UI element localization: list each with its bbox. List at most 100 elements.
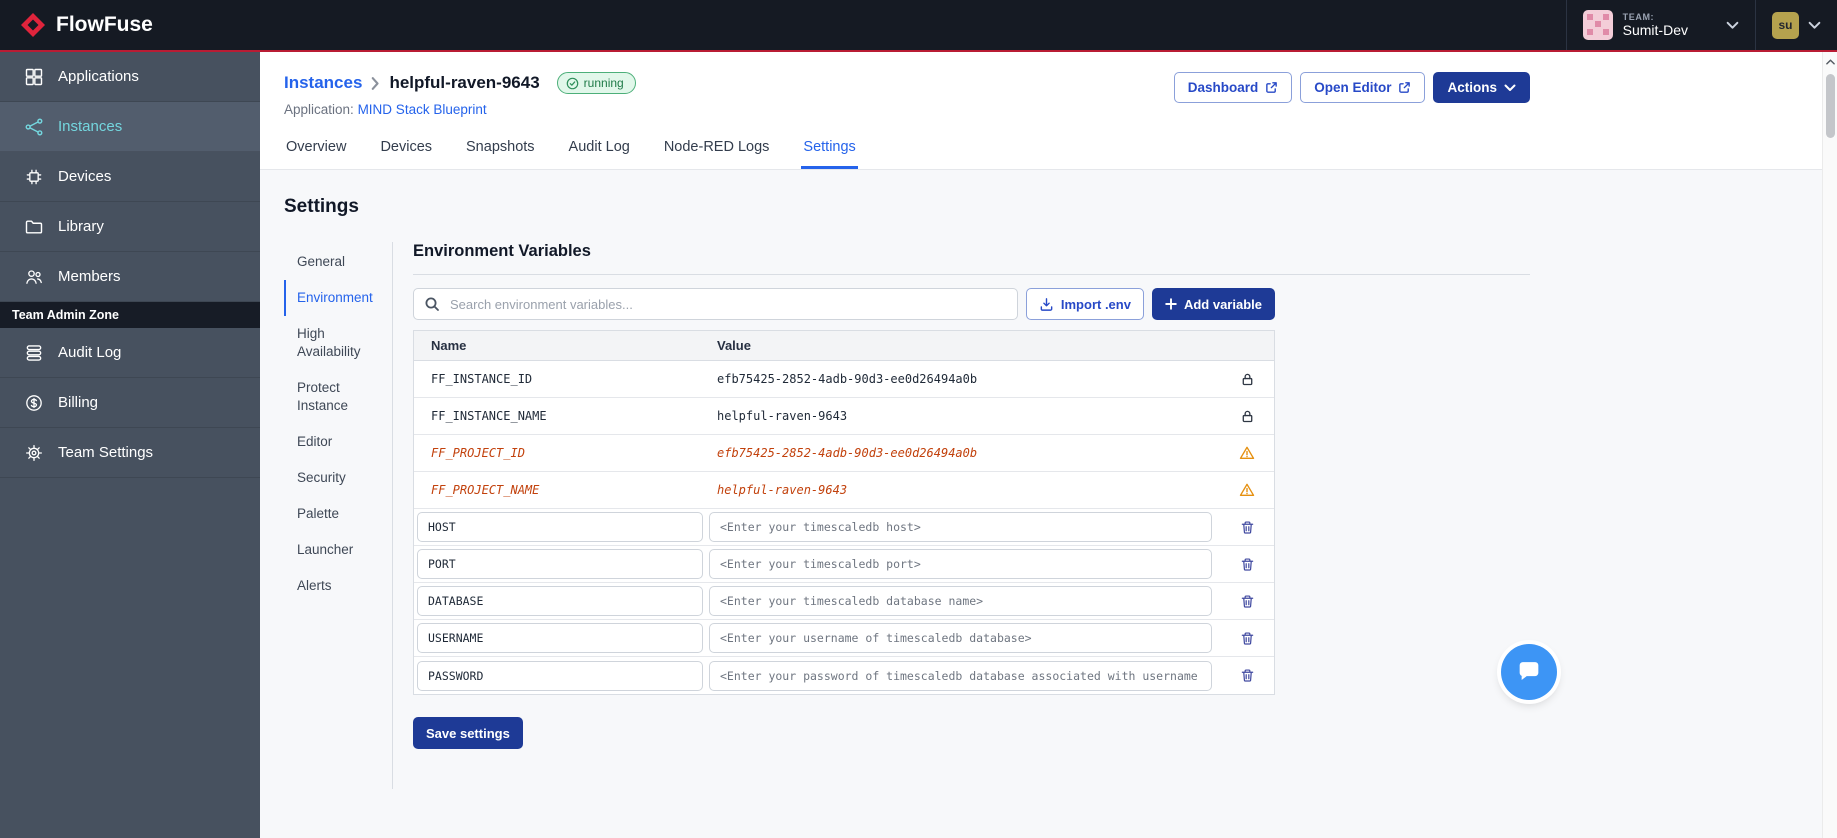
status-badge: running [556, 72, 636, 94]
env-value-input[interactable] [709, 512, 1212, 542]
dashboard-button[interactable]: Dashboard [1173, 72, 1293, 103]
sidebar: Applications Instances Devices Library M… [0, 52, 260, 838]
env-row-host [414, 509, 1274, 546]
team-avatar [1582, 10, 1613, 40]
environment-panel: Environment Variables Search environment… [392, 242, 1530, 789]
actions-button-label: Actions [1447, 80, 1497, 95]
delete-variable-button[interactable] [1220, 668, 1274, 683]
save-settings-label: Save settings [426, 725, 510, 741]
settings-nav-high-availability[interactable]: High Availability [284, 316, 392, 370]
billing-icon [24, 393, 44, 413]
open-editor-button[interactable]: Open Editor [1300, 72, 1426, 103]
user-menu[interactable]: su [1755, 0, 1831, 50]
chevron-down-icon [1808, 21, 1821, 30]
settings-nav-general[interactable]: General [284, 244, 392, 280]
team-label: TEAM: [1622, 11, 1655, 22]
flowfuse-home-link[interactable]: FlowFuse [20, 12, 153, 38]
add-variable-label: Add variable [1183, 296, 1262, 312]
devices-icon [24, 167, 44, 187]
save-settings-button[interactable]: Save settings [413, 717, 523, 749]
column-header-value: Value [717, 338, 751, 353]
application-line: Application: MIND Stack Blueprint [284, 102, 636, 117]
breadcrumb-instances-link[interactable]: Instances [284, 73, 362, 93]
env-name-input[interactable] [417, 660, 703, 691]
delete-variable-button[interactable] [1220, 557, 1274, 572]
tab-audit-log[interactable]: Audit Log [567, 139, 632, 169]
env-var-name: FF_PROJECT_NAME [431, 483, 540, 497]
env-name-input[interactable] [417, 549, 703, 579]
actions-button[interactable]: Actions [1433, 72, 1530, 103]
settings-nav-security[interactable]: Security [284, 460, 392, 496]
env-row-database [414, 583, 1274, 620]
import-env-button[interactable]: Import .env [1025, 288, 1144, 320]
env-row-ff-instance-name: FF_INSTANCE_NAME helpful-raven-9643 [414, 398, 1274, 435]
env-name-input[interactable] [417, 623, 703, 653]
scrollbar-thumb[interactable] [1826, 74, 1835, 138]
add-variable-button[interactable]: Add variable [1151, 288, 1275, 320]
trash-icon [1241, 520, 1253, 534]
chat-widget-button[interactable] [1501, 644, 1557, 700]
sidebar-item-label: Devices [58, 168, 112, 185]
search-icon [424, 296, 440, 312]
settings-nav-environment[interactable]: Environment [284, 279, 392, 316]
settings-nav-launcher[interactable]: Launcher [284, 532, 392, 568]
env-value-input[interactable] [709, 586, 1212, 616]
env-row-ff-project-name: FF_PROJECT_NAME helpful-raven-9643 [414, 472, 1274, 509]
tab-snapshots[interactable]: Snapshots [464, 139, 537, 169]
lock-icon [1220, 372, 1274, 387]
table-header-row: Name Value [414, 331, 1274, 361]
env-var-value: efb75425-2852-4adb-90d3-ee0d26494a0b [717, 372, 978, 386]
env-var-name: FF_INSTANCE_ID [431, 372, 533, 386]
delete-variable-button[interactable] [1220, 520, 1274, 535]
tab-devices[interactable]: Devices [378, 139, 434, 169]
env-value-input[interactable] [709, 623, 1212, 653]
team-selector[interactable]: TEAM: Sumit-Dev [1565, 0, 1755, 50]
team-admin-zone-header: Team Admin Zone [0, 302, 260, 328]
main-area: Instances helpful-raven-9643 running App… [260, 52, 1822, 838]
team-meta: TEAM: Sumit-Dev [1623, 12, 1688, 38]
brand-name: FlowFuse [56, 13, 153, 36]
sidebar-item-label: Team Settings [58, 444, 154, 461]
env-name-input[interactable] [417, 586, 703, 616]
sidebar-item-devices[interactable]: Devices [0, 152, 260, 202]
delete-variable-button[interactable] [1220, 631, 1274, 646]
env-value-input[interactable] [709, 549, 1212, 579]
application-link[interactable]: MIND Stack Blueprint [358, 102, 487, 117]
search-env-input[interactable] [413, 288, 1018, 320]
settings-nav-editor[interactable]: Editor [284, 424, 392, 460]
sidebar-item-instances[interactable]: Instances [0, 102, 260, 152]
env-var-value: helpful-raven-9643 [717, 483, 848, 497]
team-name: Sumit-Dev [1622, 22, 1688, 39]
delete-variable-button[interactable] [1220, 594, 1274, 609]
trash-icon [1241, 594, 1253, 608]
env-value-input[interactable] [709, 660, 1212, 691]
flowfuse-logo-icon [21, 13, 45, 37]
sidebar-item-team-settings[interactable]: Team Settings [0, 428, 260, 478]
sidebar-item-billing[interactable]: Billing [0, 378, 260, 428]
application-label: Application: [284, 102, 354, 117]
sidebar-item-members[interactable]: Members [0, 252, 260, 302]
scroll-up-arrow-icon[interactable] [1823, 59, 1837, 65]
tab-overview[interactable]: Overview [284, 139, 348, 169]
settings-nav-alerts[interactable]: Alerts [284, 568, 392, 604]
settings-nav-palette[interactable]: Palette [284, 496, 392, 532]
import-icon [1040, 297, 1053, 311]
warning-icon [1220, 482, 1274, 498]
env-row-port [414, 546, 1274, 583]
vertical-scrollbar[interactable] [1822, 52, 1837, 838]
sidebar-item-applications[interactable]: Applications [0, 52, 260, 102]
chat-bubble-icon [1519, 662, 1539, 681]
tab-node-red-logs[interactable]: Node-RED Logs [662, 139, 772, 169]
sidebar-item-label: Billing [58, 394, 99, 411]
breadcrumb-block: Instances helpful-raven-9643 running App… [284, 72, 636, 117]
env-name-input[interactable] [417, 512, 703, 542]
gear-icon [24, 443, 44, 463]
chevron-down-icon [1726, 21, 1739, 30]
topbar: FlowFuse TEAM: Sumit-Dev su [0, 0, 1837, 52]
sidebar-item-audit-log[interactable]: Audit Log [0, 328, 260, 378]
settings-nav-protect-instance[interactable]: Protect Instance [284, 370, 392, 424]
tab-settings[interactable]: Settings [801, 139, 858, 169]
topbar-right: TEAM: Sumit-Dev su [1565, 0, 1831, 50]
sidebar-item-library[interactable]: Library [0, 202, 260, 252]
external-link-icon [1266, 82, 1278, 93]
